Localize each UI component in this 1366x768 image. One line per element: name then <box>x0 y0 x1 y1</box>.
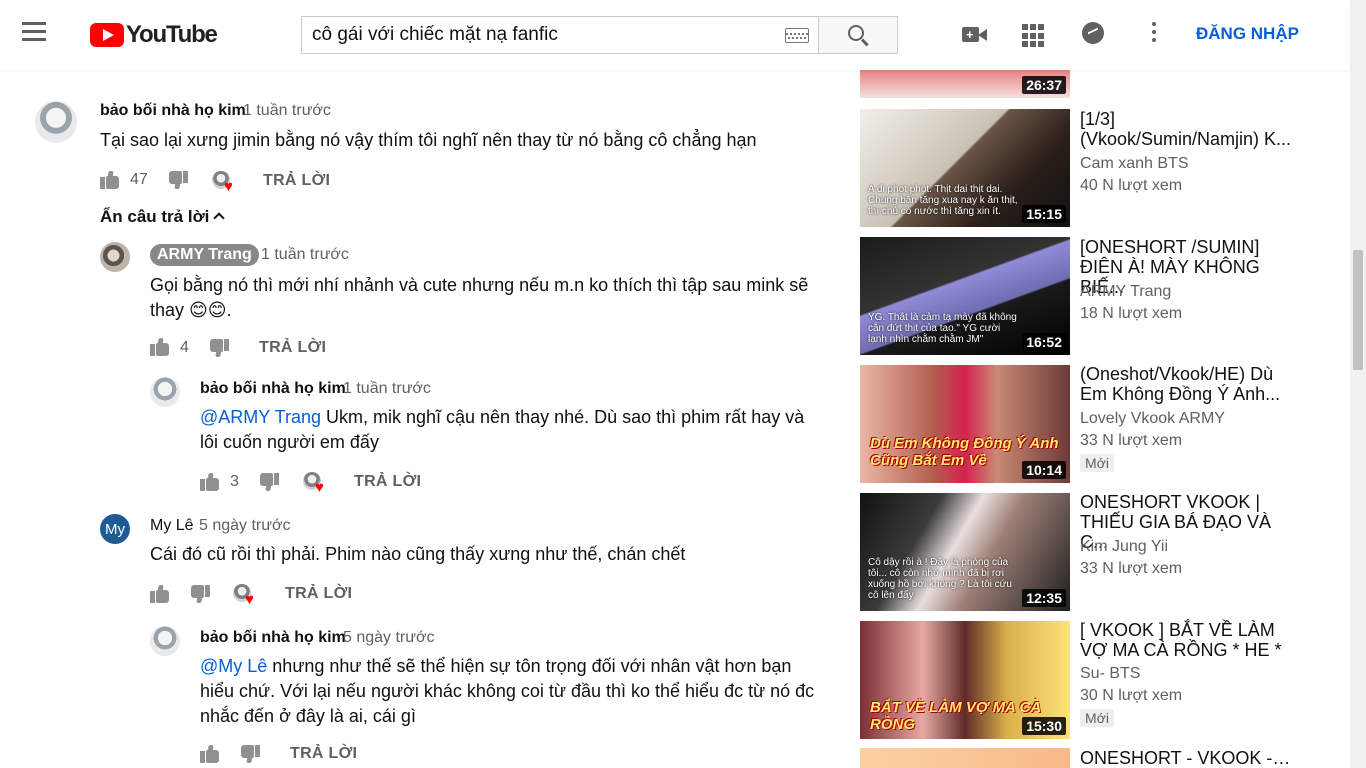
avatar[interactable] <box>100 242 130 272</box>
video-duration: 26:37 <box>1022 76 1066 94</box>
channel-name[interactable]: Kim Jung Yii <box>1080 538 1168 556</box>
view-count: 33 N lượt xem <box>1080 560 1183 577</box>
view-count: 30 N lượt xem <box>1080 687 1183 704</box>
comment-text: Tại sao lại xưng jimin bằng nó vậy thím … <box>100 130 757 150</box>
chevron-up-icon <box>213 212 226 224</box>
mention-link[interactable]: @ARMY Trang <box>200 407 321 427</box>
like-icon[interactable] <box>100 171 120 189</box>
thumbnail-caption: A đi phọt phọt. Thịt dai thịt dai. Chúng… <box>868 184 1018 217</box>
comment-author[interactable]: bảo bối nhà họ kim <box>200 380 346 398</box>
video-thumbnail[interactable] <box>860 748 1070 768</box>
like-icon[interactable] <box>150 338 170 356</box>
comment-body: nhưng như thế sẽ thể hiện sự tôn trọng đ… <box>200 656 815 726</box>
reply-button[interactable]: TRẢ LỜI <box>354 473 421 491</box>
avatar[interactable] <box>35 101 77 143</box>
video-title[interactable]: ONESHORT - VKOOK - HE <box>1080 748 1295 768</box>
messages-icon[interactable] <box>1082 22 1108 48</box>
comment-text: Cái đó cũ rồi thì phải. Phim nào cũng th… <box>150 544 686 564</box>
youtube-play-icon <box>90 23 124 47</box>
channel-name[interactable]: ARMY Trang <box>1080 283 1171 301</box>
comment-text: Gọi bằng nó thì mới nhí nhảnh và cute nh… <box>150 275 809 320</box>
signin-button[interactable]: ĐĂNG NHẬP <box>1196 24 1299 44</box>
create-video-icon[interactable]: + <box>962 22 988 48</box>
reply-button[interactable]: TRẢ LỜI <box>290 745 357 763</box>
creator-heart-icon: ♥ <box>212 171 238 194</box>
dislike-icon[interactable] <box>168 171 188 189</box>
comment-time[interactable]: 5 ngày trước <box>343 629 434 647</box>
video-duration: 12:35 <box>1022 589 1066 607</box>
view-count: 33 N lượt xem <box>1080 432 1183 449</box>
channel-name[interactable]: Lovely Vkook ARMY <box>1080 410 1225 428</box>
dislike-icon[interactable] <box>240 745 260 763</box>
search-query: cô gái với chiếc mặt nạ fanfic <box>312 24 558 45</box>
creator-heart-icon: ♥ <box>303 472 329 495</box>
dislike-icon[interactable] <box>209 339 229 357</box>
like-count: 47 <box>130 171 148 188</box>
video-thumbnail[interactable]: A đi phọt phọt. Thịt dai thịt dai. Chúng… <box>860 109 1070 227</box>
comment-author[interactable]: My Lê <box>150 517 194 535</box>
more-options-icon[interactable] <box>1150 22 1158 48</box>
hide-replies-label: Ẩn câu trả lời <box>100 207 210 226</box>
video-thumbnail[interactable]: BẮT VỀ LÀM VỢ MA CÀ RỒNG 15:30 <box>860 621 1070 739</box>
comment-author[interactable]: bảo bối nhà họ kim <box>100 102 246 120</box>
video-duration: 10:14 <box>1022 461 1066 479</box>
video-duration: 15:15 <box>1022 205 1066 223</box>
avatar[interactable] <box>150 377 180 407</box>
creator-heart-icon: ♥ <box>233 584 259 607</box>
like-icon[interactable] <box>200 473 220 491</box>
mention-link[interactable]: @My Lê <box>200 656 267 676</box>
scrollbar-thumb[interactable] <box>1353 250 1363 370</box>
comment-text: @My Lê nhưng như thế sẽ thể hiện sự tôn … <box>200 654 830 729</box>
reply-button[interactable]: TRẢ LỜI <box>259 339 326 357</box>
avatar[interactable] <box>150 626 180 656</box>
video-title[interactable]: [1/3] (Vkook/Sumin/Namjin) K... <box>1080 109 1295 149</box>
youtube-logo[interactable]: YouTube <box>90 21 218 48</box>
comment-time[interactable]: 5 ngày trước <box>199 517 290 535</box>
apps-grid-icon[interactable] <box>1022 22 1048 48</box>
video-title[interactable]: (Oneshot/Vkook/HE) Dù Em Không Đồng Ý An… <box>1080 364 1295 404</box>
video-duration: 16:52 <box>1022 333 1066 351</box>
comment-time[interactable]: 1 tuần trước <box>261 246 349 264</box>
hamburger-menu-icon[interactable] <box>22 22 68 48</box>
reply-button[interactable]: TRẢ LỜI <box>285 585 352 603</box>
hide-replies-button[interactable]: Ẩn câu trả lời <box>100 207 226 227</box>
search-icon <box>848 25 864 41</box>
video-title[interactable]: [ VKOOK ] BẮT VỀ LÀM VỢ MA CÀ RỒNG * HE … <box>1080 620 1295 660</box>
search-input[interactable]: cô gái với chiếc mặt nạ fanfic <box>301 16 819 54</box>
thumbnail-caption: Cô dậy rồi à ! Đây là phòng của tôi... c… <box>868 557 1012 601</box>
logo-text: YouTube <box>126 21 218 48</box>
like-count: 4 <box>180 339 189 356</box>
reply-button[interactable]: TRẢ LỜI <box>263 172 330 190</box>
comment-author[interactable]: ARMY Trang <box>150 244 259 266</box>
thumbnail-caption: YG: Thật là cảm tạ mày đã không cắn đứt … <box>868 312 1017 345</box>
channel-name[interactable]: Su- BTS <box>1080 665 1140 683</box>
comment-text: @ARMY Trang Ukm, mik nghĩ cậu nên thay n… <box>200 405 820 455</box>
view-count: 18 N lượt xem <box>1080 305 1183 322</box>
video-thumbnail[interactable]: YG: Thật là cảm tạ mày đã không cắn đứt … <box>860 237 1070 355</box>
dislike-icon[interactable] <box>259 473 279 491</box>
avatar[interactable]: My <box>100 514 130 544</box>
page-scrollbar[interactable] <box>1350 0 1366 768</box>
dislike-icon[interactable] <box>190 585 210 603</box>
video-duration: 15:30 <box>1022 717 1066 735</box>
comment-time[interactable]: 1 tuần trước <box>343 380 431 398</box>
comment-author[interactable]: bảo bối nhà họ kim <box>200 629 346 647</box>
video-thumbnail[interactable]: Cô dậy rồi à ! Đây là phòng của tôi... c… <box>860 493 1070 611</box>
search-button[interactable] <box>818 16 898 54</box>
view-count: 40 N lượt xem <box>1080 177 1183 194</box>
like-icon[interactable] <box>150 585 170 603</box>
new-badge: Mới <box>1080 454 1114 472</box>
masthead: YouTube cô gái với chiếc mặt nạ fanfic +… <box>0 0 1350 70</box>
new-badge: Mới <box>1080 709 1114 727</box>
comment-time[interactable]: 1 tuần trước <box>243 102 331 120</box>
like-icon[interactable] <box>200 745 220 763</box>
video-thumbnail[interactable]: Dù Em Không Đồng Ý Anh Cũng Bắt Em Về 10… <box>860 365 1070 483</box>
channel-name[interactable]: Cam xanh BTS <box>1080 155 1188 173</box>
like-count: 3 <box>230 473 239 490</box>
keyboard-icon[interactable] <box>785 27 809 43</box>
